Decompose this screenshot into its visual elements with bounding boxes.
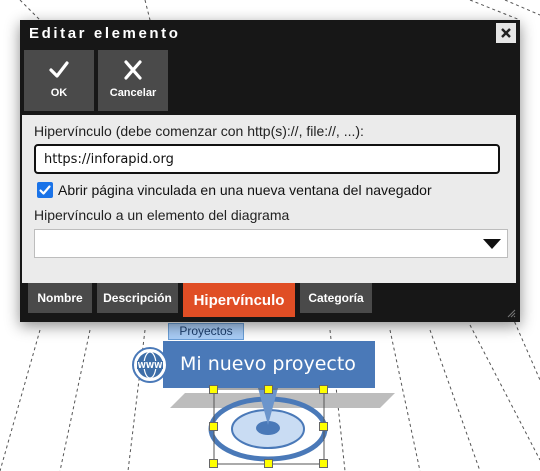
ok-label: OK bbox=[50, 87, 68, 99]
chevron-down-icon bbox=[483, 239, 501, 249]
diagram-node[interactable]: Mi nuevo proyecto bbox=[163, 341, 375, 388]
resize-handle[interactable] bbox=[209, 422, 218, 431]
checkmark-icon bbox=[49, 61, 69, 78]
close-icon bbox=[501, 28, 511, 38]
tab-categoria[interactable]: Categoría bbox=[300, 283, 372, 313]
resize-handle[interactable] bbox=[319, 422, 328, 431]
cancel-button[interactable]: Cancelar bbox=[98, 50, 168, 111]
link-badge: WWW bbox=[138, 361, 164, 370]
dialog-titlebar[interactable]: Editar elemento bbox=[20, 20, 520, 47]
tab-descripcion[interactable]: Descripción bbox=[97, 283, 178, 313]
dialog-toolbar: OK Cancelar bbox=[20, 50, 520, 111]
globe-link-icon[interactable]: WWW bbox=[131, 346, 169, 384]
tab-hipervinculo[interactable]: Hipervínculo bbox=[183, 283, 295, 317]
cancel-label: Cancelar bbox=[109, 87, 157, 99]
edit-element-dialog: Editar elemento OK Cancelar Hipervínculo… bbox=[20, 20, 520, 322]
dialog-title: Editar elemento bbox=[29, 25, 181, 42]
resize-handle[interactable] bbox=[209, 385, 218, 394]
resize-handle[interactable] bbox=[319, 459, 328, 468]
x-icon bbox=[124, 60, 142, 80]
dialog-tabs: Nombre Descripción Hipervínculo Categorí… bbox=[20, 283, 520, 322]
ok-button[interactable]: OK bbox=[24, 50, 94, 111]
resize-handle[interactable] bbox=[264, 459, 273, 468]
hyperlink-label: Hipervínculo (debe comenzar con http(s):… bbox=[34, 123, 364, 139]
diagram-link-select[interactable] bbox=[34, 229, 508, 258]
tab-nombre[interactable]: Nombre bbox=[28, 283, 92, 313]
checkmark-icon bbox=[39, 185, 51, 195]
resize-handle[interactable] bbox=[319, 385, 328, 394]
diagram-link-label: Hipervínculo a un elemento del diagrama bbox=[34, 207, 290, 223]
open-new-window-label: Abrir página vinculada en una nueva vent… bbox=[58, 182, 432, 198]
node-title: Mi nuevo proyecto bbox=[180, 353, 356, 375]
open-new-window-checkbox[interactable] bbox=[37, 182, 53, 198]
resize-grip-icon[interactable] bbox=[506, 308, 516, 318]
resize-handle[interactable] bbox=[209, 459, 218, 468]
hyperlink-panel: Hipervínculo (debe comenzar con http(s):… bbox=[22, 115, 516, 283]
hyperlink-input[interactable] bbox=[34, 144, 500, 174]
node-category-tag[interactable]: Proyectos bbox=[168, 323, 244, 340]
resize-handle[interactable] bbox=[264, 385, 273, 394]
close-button[interactable] bbox=[496, 23, 516, 43]
